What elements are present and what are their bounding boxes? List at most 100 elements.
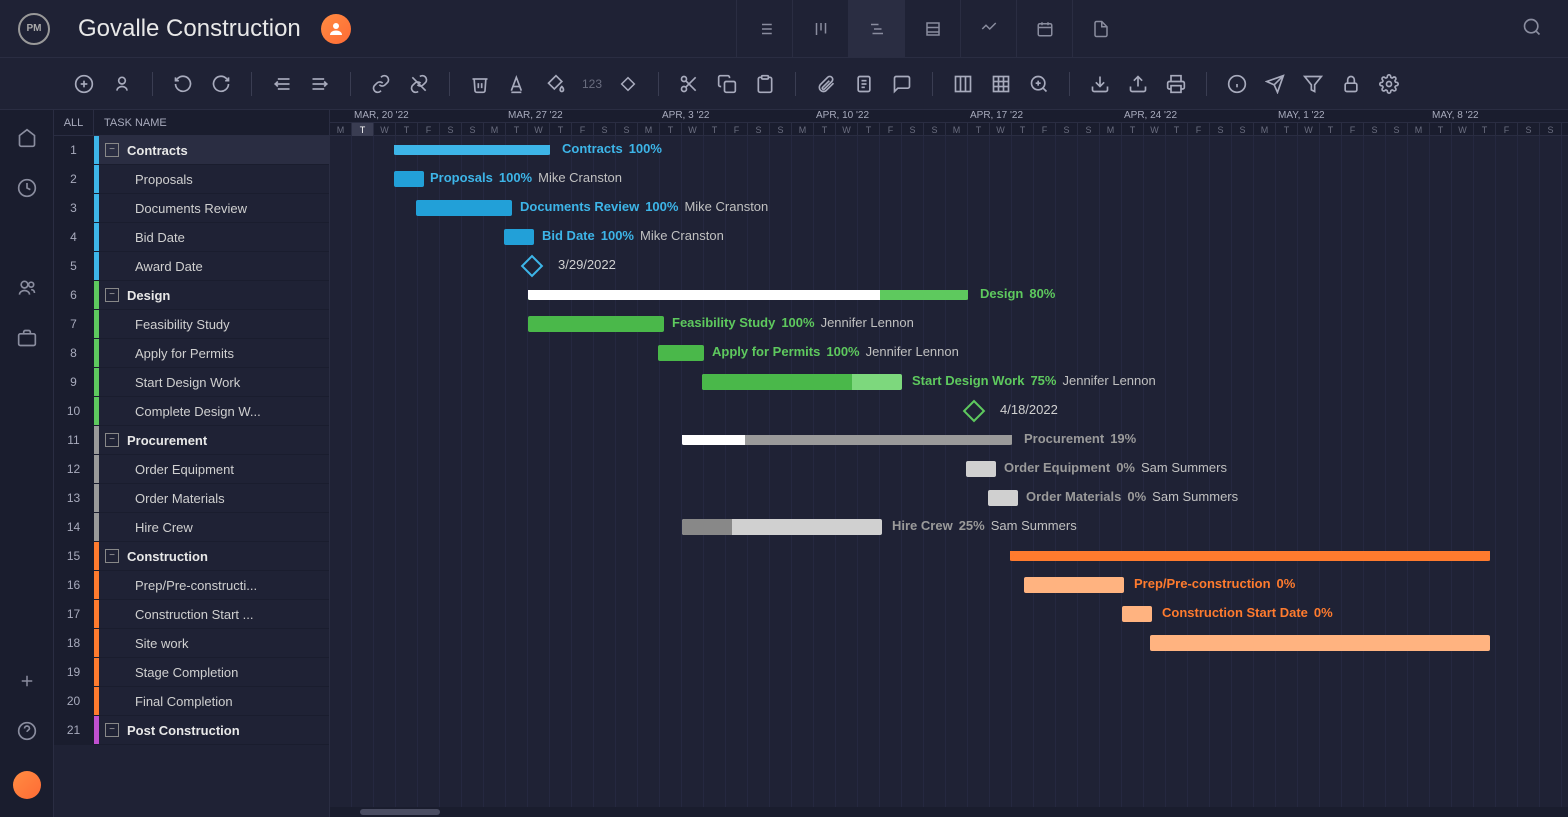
task-row[interactable]: 20 Final Completion	[54, 687, 329, 716]
gantt-bar[interactable]	[504, 229, 534, 245]
user-avatar[interactable]	[321, 14, 351, 44]
send-icon[interactable]	[1263, 72, 1287, 96]
gantt-bar[interactable]	[528, 316, 664, 332]
task-row[interactable]: 16 Prep/Pre-constructi...	[54, 571, 329, 600]
app-logo[interactable]: PM	[18, 13, 50, 45]
import-icon[interactable]	[1088, 72, 1112, 96]
collapse-icon[interactable]: −	[105, 723, 119, 737]
comment-icon[interactable]	[890, 72, 914, 96]
gantt-bar[interactable]	[1150, 635, 1490, 651]
task-row[interactable]: 15 − Construction	[54, 542, 329, 571]
link-icon[interactable]	[369, 72, 393, 96]
undo-icon[interactable]	[171, 72, 195, 96]
search-icon[interactable]	[1514, 9, 1550, 48]
task-row[interactable]: 19 Stage Completion	[54, 658, 329, 687]
task-row[interactable]: 18 Site work	[54, 629, 329, 658]
view-board[interactable]	[792, 0, 848, 58]
paste-icon[interactable]	[753, 72, 777, 96]
task-row[interactable]: 10 Complete Design W...	[54, 397, 329, 426]
milestone[interactable]	[963, 400, 986, 423]
outdent-icon[interactable]	[270, 72, 294, 96]
task-row[interactable]: 13 Order Materials	[54, 484, 329, 513]
gantt-bar[interactable]	[682, 435, 1012, 445]
task-row[interactable]: 6 − Design	[54, 281, 329, 310]
day-cell: T	[1474, 123, 1496, 136]
task-header-name[interactable]: TASK NAME	[94, 117, 167, 129]
day-cell: S	[1540, 123, 1562, 136]
view-files[interactable]	[1072, 0, 1128, 58]
fill-icon[interactable]	[544, 72, 568, 96]
note-icon[interactable]	[852, 72, 876, 96]
task-row[interactable]: 17 Construction Start ...	[54, 600, 329, 629]
gantt-bar[interactable]	[682, 519, 882, 535]
view-list[interactable]	[736, 0, 792, 58]
redo-icon[interactable]	[209, 72, 233, 96]
assign-icon[interactable]	[110, 72, 134, 96]
zoom-icon[interactable]	[1027, 72, 1051, 96]
portfolio-icon[interactable]	[17, 328, 37, 348]
gantt-bar[interactable]	[966, 461, 996, 477]
task-row[interactable]: 11 − Procurement	[54, 426, 329, 455]
home-icon[interactable]	[17, 128, 37, 148]
milestone[interactable]	[521, 255, 544, 278]
view-sheet[interactable]	[904, 0, 960, 58]
view-gantt[interactable]	[848, 0, 904, 58]
help-icon[interactable]	[17, 721, 37, 741]
task-name: Construction Start ...	[99, 607, 329, 622]
task-row[interactable]: 21 − Post Construction	[54, 716, 329, 745]
gantt-body[interactable]: Contracts100%Proposals100%Mike CranstonD…	[330, 136, 1568, 807]
gantt-bar[interactable]	[1010, 551, 1490, 561]
gantt-bar[interactable]	[702, 374, 902, 390]
attach-icon[interactable]	[814, 72, 838, 96]
grid-icon[interactable]	[989, 72, 1013, 96]
print-icon[interactable]	[1164, 72, 1188, 96]
cut-icon[interactable]	[677, 72, 701, 96]
export-icon[interactable]	[1126, 72, 1150, 96]
lock-icon[interactable]	[1339, 72, 1363, 96]
collapse-icon[interactable]: −	[105, 549, 119, 563]
bar-label: Contracts100%	[562, 141, 662, 156]
recent-icon[interactable]	[17, 178, 37, 198]
unlink-icon[interactable]	[407, 72, 431, 96]
team-icon[interactable]	[17, 278, 37, 298]
task-row[interactable]: 1 − Contracts	[54, 136, 329, 165]
delete-icon[interactable]	[468, 72, 492, 96]
gantt-bar[interactable]	[528, 290, 968, 300]
gantt-bar[interactable]	[988, 490, 1018, 506]
task-row[interactable]: 8 Apply for Permits	[54, 339, 329, 368]
view-dashboard[interactable]	[960, 0, 1016, 58]
task-row[interactable]: 2 Proposals	[54, 165, 329, 194]
task-header-all[interactable]: ALL	[54, 110, 94, 135]
task-row[interactable]: 9 Start Design Work	[54, 368, 329, 397]
scrollbar-thumb[interactable]	[360, 809, 440, 815]
gantt-bar[interactable]	[1122, 606, 1152, 622]
info-icon[interactable]	[1225, 72, 1249, 96]
gantt-bar[interactable]	[1024, 577, 1124, 593]
settings-icon[interactable]	[1377, 72, 1401, 96]
gantt-bar[interactable]	[416, 200, 512, 216]
milestone-icon[interactable]	[616, 72, 640, 96]
gantt-bar[interactable]	[394, 145, 550, 155]
collapse-icon[interactable]: −	[105, 433, 119, 447]
nav-user-avatar[interactable]	[13, 771, 41, 799]
collapse-icon[interactable]: −	[105, 288, 119, 302]
filter-icon[interactable]	[1301, 72, 1325, 96]
task-row[interactable]: 14 Hire Crew	[54, 513, 329, 542]
task-row[interactable]: 3 Documents Review	[54, 194, 329, 223]
copy-icon[interactable]	[715, 72, 739, 96]
task-row[interactable]: 5 Award Date	[54, 252, 329, 281]
horizontal-scrollbar[interactable]	[330, 807, 1568, 817]
bar-label: Hire Crew25%Sam Summers	[892, 518, 1077, 533]
task-row[interactable]: 4 Bid Date	[54, 223, 329, 252]
task-row[interactable]: 7 Feasibility Study	[54, 310, 329, 339]
gantt-bar[interactable]	[658, 345, 704, 361]
view-calendar[interactable]	[1016, 0, 1072, 58]
add-project-icon[interactable]	[17, 671, 37, 691]
task-row[interactable]: 12 Order Equipment	[54, 455, 329, 484]
collapse-icon[interactable]: −	[105, 143, 119, 157]
columns-icon[interactable]	[951, 72, 975, 96]
indent-icon[interactable]	[308, 72, 332, 96]
gantt-bar[interactable]	[394, 171, 424, 187]
text-style-icon[interactable]	[506, 72, 530, 96]
add-icon[interactable]	[72, 72, 96, 96]
